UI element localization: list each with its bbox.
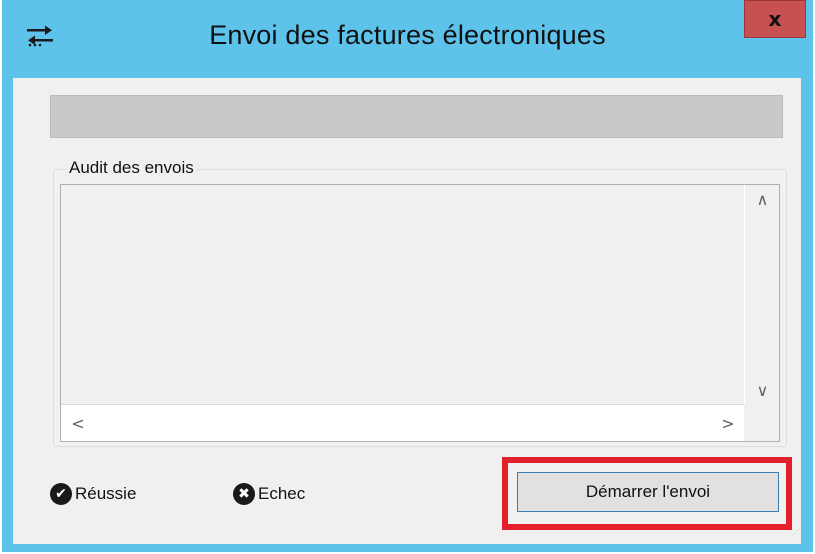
title-bar[interactable]: Envoi des factures électroniques x	[2, 0, 813, 78]
legend-success-label: Réussie	[75, 484, 137, 503]
resize-grip[interactable]: ⋰	[789, 530, 799, 542]
scroll-up-arrow-icon[interactable]: ∧	[745, 185, 780, 213]
close-icon: x	[768, 7, 782, 31]
close-button[interactable]: x	[744, 0, 806, 38]
start-sending-button[interactable]: Démarrer l'envoi	[517, 472, 779, 512]
dialog-body: Audit des envois ∧ ∨ < > ✔ Réussie ✖ Ech…	[13, 78, 801, 544]
legend-failure: ✖ Echec	[233, 483, 305, 505]
window-title: Envoi des factures électroniques	[209, 20, 606, 50]
progress-bar	[50, 95, 783, 138]
audit-list[interactable]: ∧ ∨ < >	[60, 184, 780, 442]
scroll-left-arrow-icon[interactable]: <	[61, 405, 95, 441]
scroll-right-arrow-icon[interactable]: >	[711, 405, 745, 441]
horizontal-scrollbar[interactable]: < >	[61, 404, 745, 441]
legend-success: ✔ Réussie	[50, 483, 136, 505]
legend-failure-label: Echec	[258, 484, 306, 503]
vertical-scrollbar[interactable]: ∧ ∨	[744, 185, 779, 404]
scroll-down-arrow-icon[interactable]: ∨	[745, 376, 780, 404]
check-circle-icon: ✔	[50, 483, 72, 505]
audit-groupbox: Audit des envois ∧ ∨ < >	[53, 158, 787, 447]
x-circle-icon: ✖	[233, 483, 255, 505]
window: Envoi des factures électroniques x Audit…	[2, 0, 813, 552]
scrollbar-corner	[744, 404, 779, 441]
transfer-arrows-icon	[26, 24, 54, 48]
audit-label: Audit des envois	[66, 158, 197, 178]
